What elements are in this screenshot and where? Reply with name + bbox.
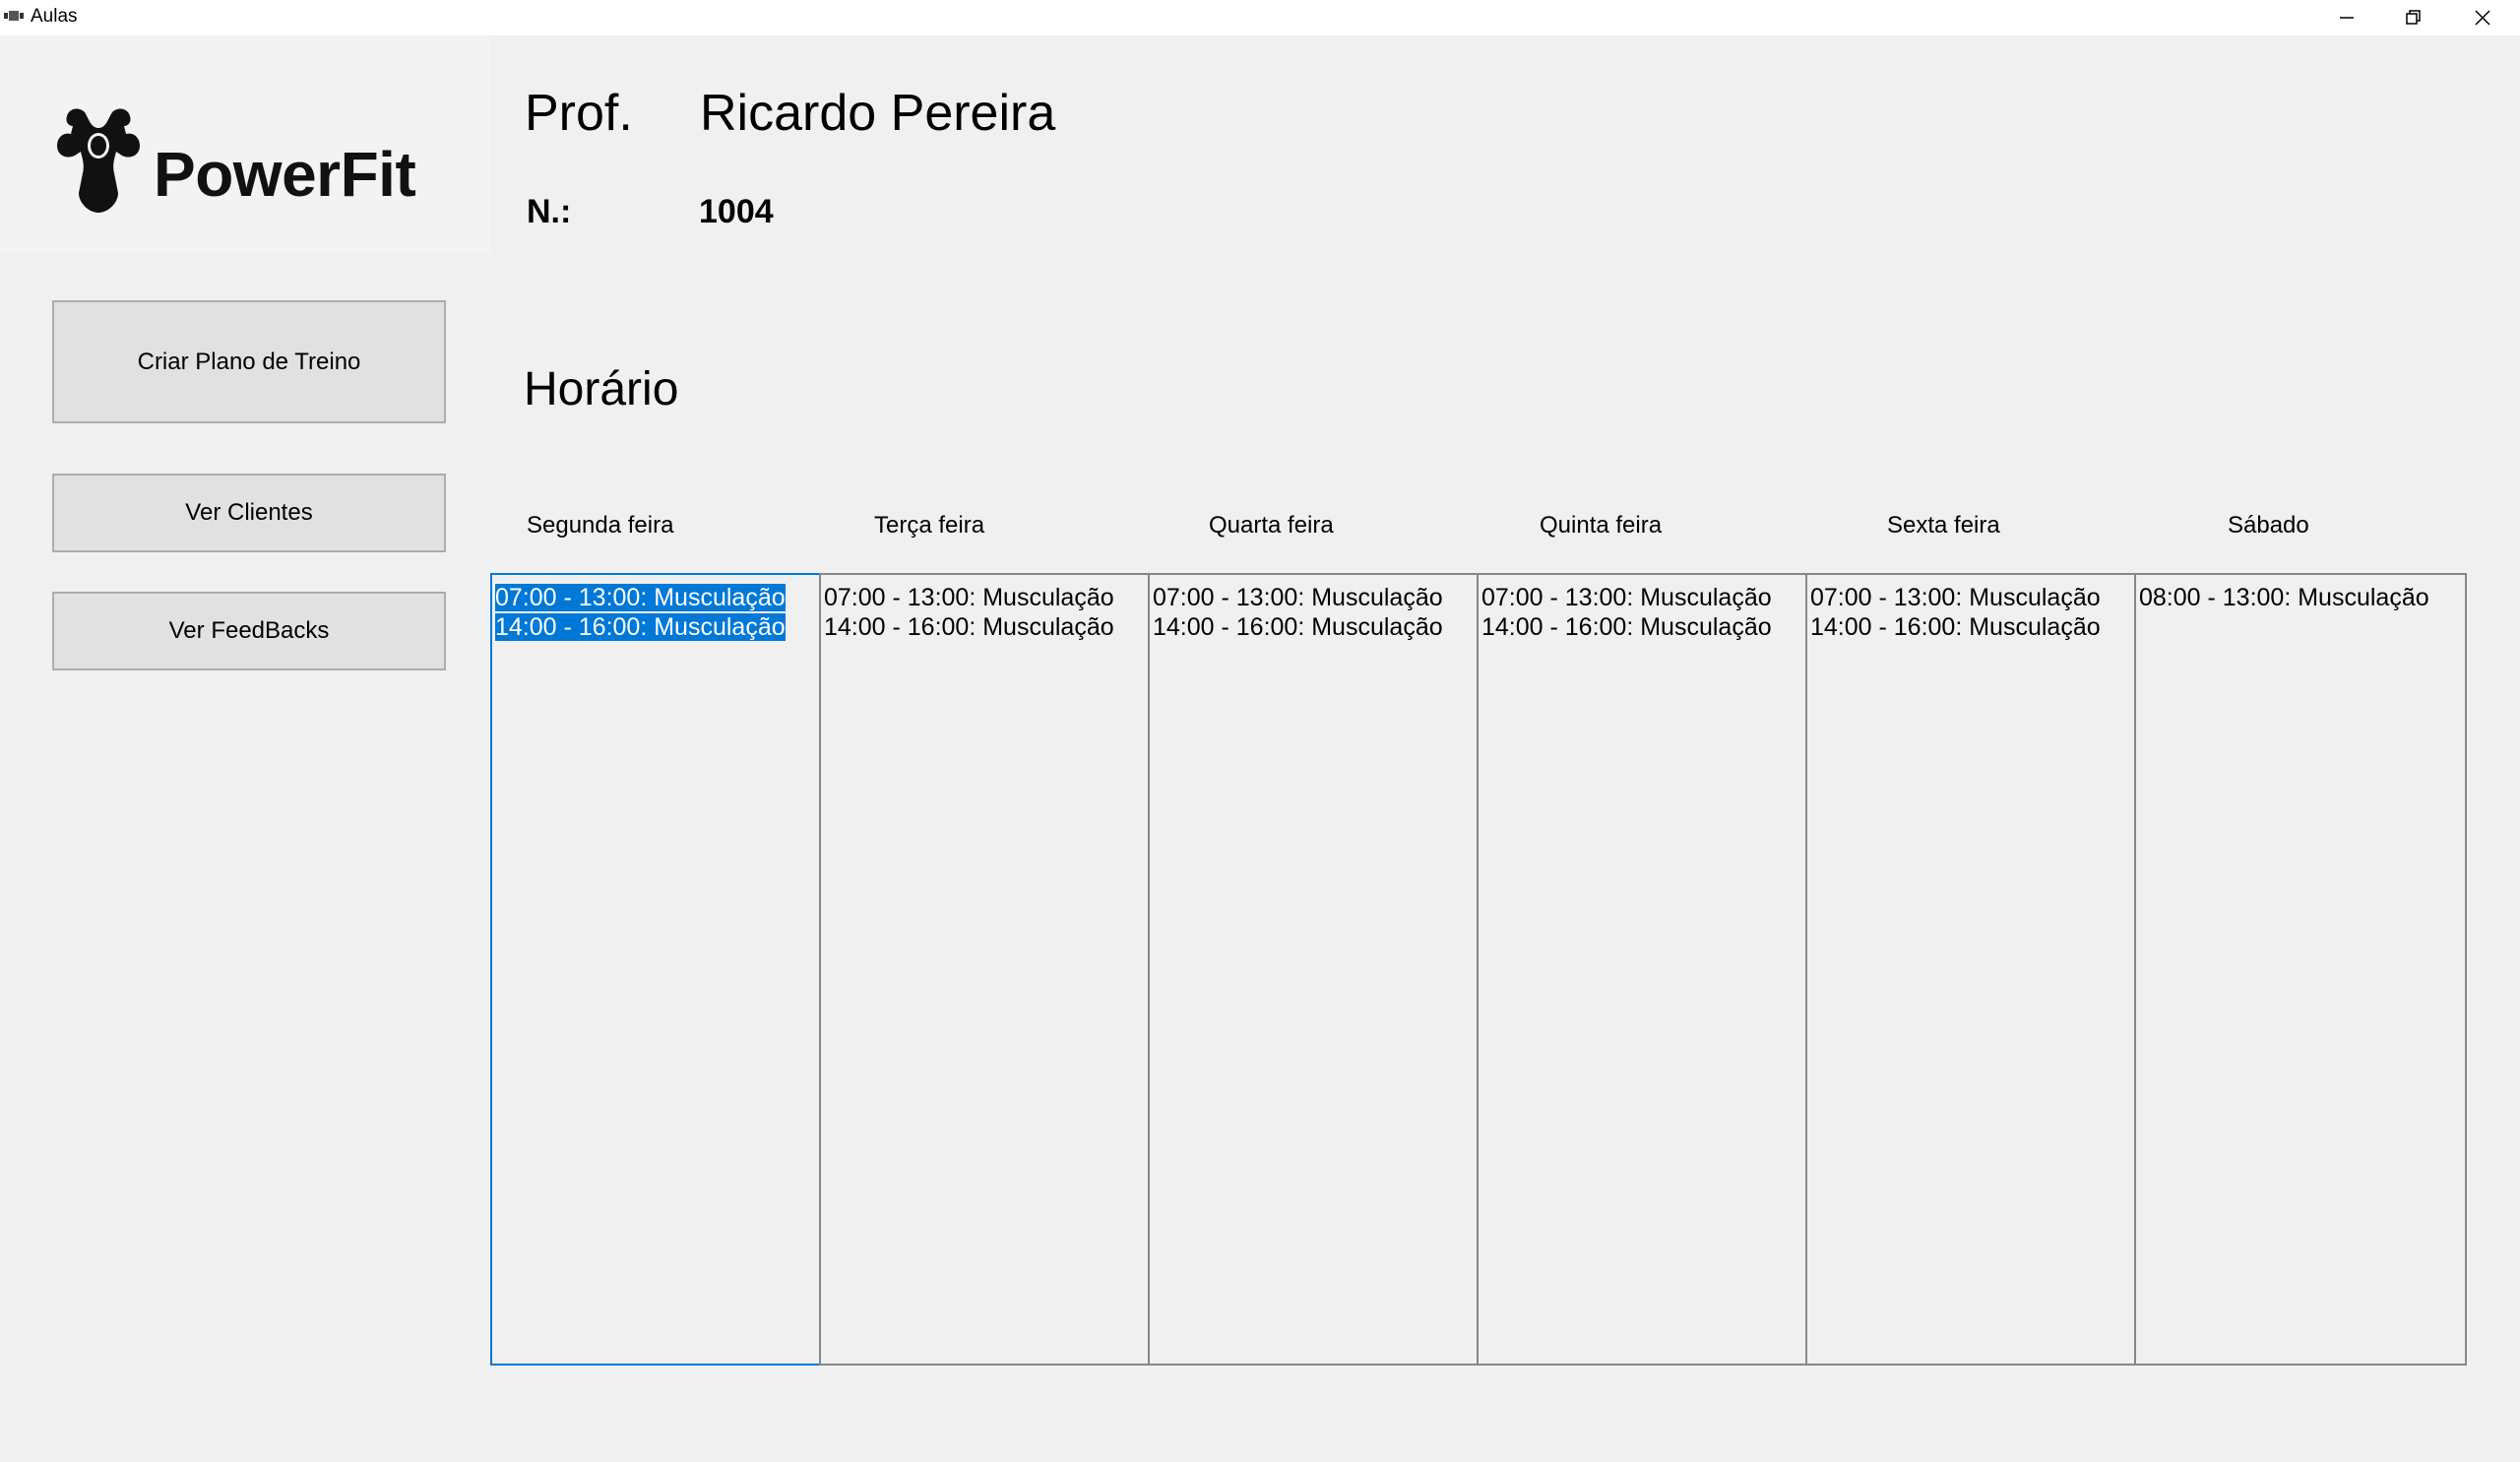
- day-header-thursday: Quinta feira: [1540, 512, 1663, 539]
- restore-button[interactable]: [2380, 0, 2447, 35]
- logo-panel: PowerFit: [0, 35, 490, 254]
- day-header-wednesday: Quarta feira: [1209, 512, 1334, 539]
- list-item[interactable]: 07:00 - 13:00: Musculação: [824, 583, 1145, 612]
- create-training-plan-button[interactable]: Criar Plano de Treino: [52, 300, 446, 423]
- view-feedbacks-label: Ver FeedBacks: [168, 617, 330, 644]
- day-header-saturday: Sábado: [2228, 512, 2309, 539]
- list-item[interactable]: 07:00 - 13:00: Musculação: [1810, 583, 2131, 612]
- saturday-list[interactable]: 08:00 - 13:00: Musculação: [2134, 573, 2467, 1366]
- day-header-tuesday: Terça feira: [874, 512, 985, 539]
- view-clients-label: Ver Clientes: [185, 499, 313, 526]
- list-item[interactable]: 08:00 - 13:00: Musculação: [2139, 583, 2462, 612]
- monday-list[interactable]: 07:00 - 13:00: Musculação 14:00 - 16:00:…: [490, 573, 821, 1366]
- title-bar: Aulas: [0, 0, 2520, 35]
- day-header-monday: Segunda feira: [527, 512, 674, 539]
- view-feedbacks-button[interactable]: Ver FeedBacks: [52, 592, 446, 670]
- minimize-icon: [2340, 17, 2354, 19]
- wednesday-list[interactable]: 07:00 - 13:00: Musculação 14:00 - 16:00:…: [1148, 573, 1479, 1366]
- tuesday-list[interactable]: 07:00 - 13:00: Musculação 14:00 - 16:00:…: [819, 573, 1150, 1366]
- view-clients-button[interactable]: Ver Clientes: [52, 474, 446, 552]
- list-item[interactable]: 14:00 - 16:00: Musculação: [824, 612, 1145, 642]
- professor-number-label: N.:: [527, 193, 572, 230]
- list-item[interactable]: 14:00 - 16:00: Musculação: [495, 612, 816, 642]
- list-item[interactable]: 07:00 - 13:00: Musculação: [1153, 583, 1474, 612]
- minimize-button[interactable]: [2313, 0, 2380, 35]
- list-item[interactable]: 14:00 - 16:00: Musculação: [1481, 612, 1802, 642]
- app-window: Aulas PowerFit Criar Plano de Treino Ver…: [0, 0, 2520, 1462]
- list-item[interactable]: 07:00 - 13:00: Musculação: [1481, 583, 1802, 612]
- close-button[interactable]: [2449, 0, 2516, 35]
- logo-text: PowerFit: [154, 139, 416, 210]
- schedule-title: Horário: [524, 363, 679, 415]
- close-icon: [2475, 10, 2490, 26]
- app-icon: [4, 11, 24, 21]
- day-header-friday: Sexta feira: [1887, 512, 2000, 539]
- list-item[interactable]: 07:00 - 13:00: Musculação: [495, 583, 816, 612]
- friday-list[interactable]: 07:00 - 13:00: Musculação 14:00 - 16:00:…: [1805, 573, 2136, 1366]
- professor-name: Ricardo Pereira: [700, 85, 1056, 142]
- create-training-plan-label: Criar Plano de Treino: [137, 348, 361, 375]
- window-title: Aulas: [31, 6, 78, 27]
- professor-number: 1004: [699, 193, 774, 230]
- thursday-list[interactable]: 07:00 - 13:00: Musculação 14:00 - 16:00:…: [1477, 573, 1807, 1366]
- list-item[interactable]: 14:00 - 16:00: Musculação: [1153, 612, 1474, 642]
- restore-icon: [2406, 10, 2421, 25]
- muscle-logo-icon: [57, 108, 140, 213]
- list-item[interactable]: 14:00 - 16:00: Musculação: [1810, 612, 2131, 642]
- professor-prefix-label: Prof.: [525, 85, 633, 142]
